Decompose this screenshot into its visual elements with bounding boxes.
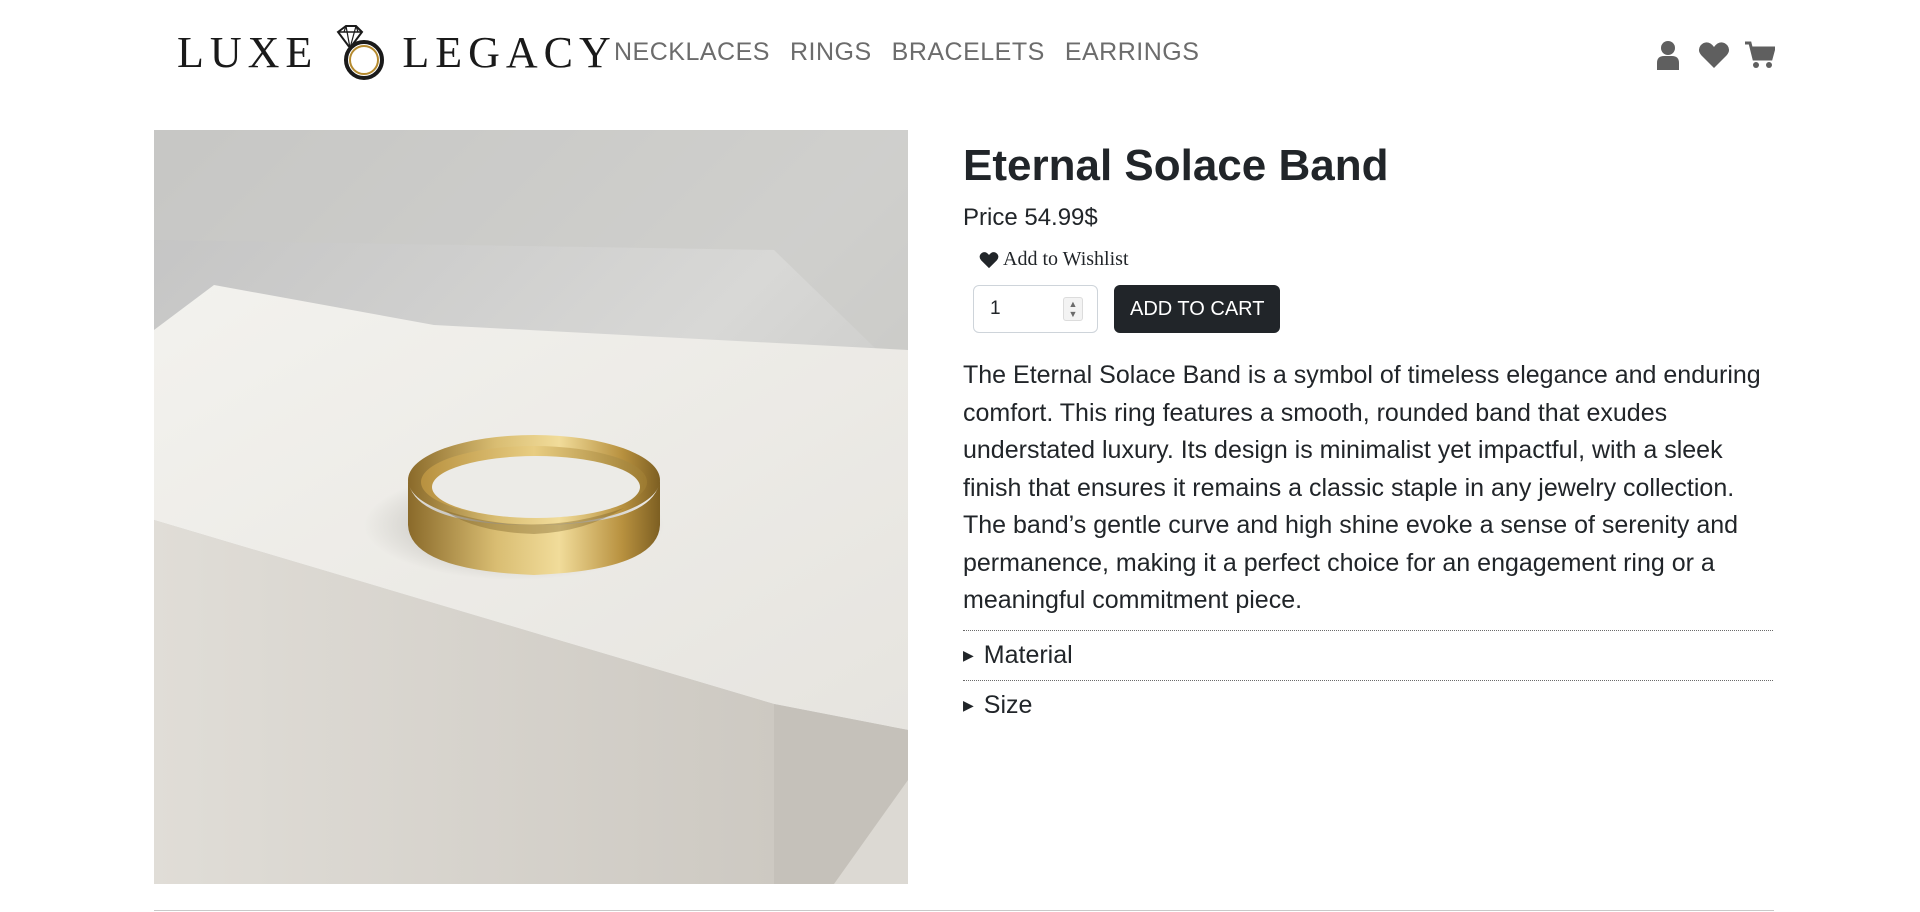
quantity-input[interactable]: 1 ▲ ▼: [973, 285, 1098, 333]
product-info: Eternal Solace Band Price 54.99$ Add to …: [963, 138, 1773, 730]
heart-icon[interactable]: [1698, 38, 1730, 72]
brand-name-part1: LUXE: [177, 27, 319, 77]
brand-logo[interactable]: LUXE LEGACY: [177, 22, 617, 82]
brand-name-part2: LEGACY: [402, 27, 617, 77]
product-description: The Eternal Solace Band is a symbol of t…: [963, 361, 1761, 614]
nav-rings[interactable]: RINGS: [790, 38, 872, 67]
product-details-accordion: ▶ Material ▶ Size: [963, 629, 1773, 730]
chevron-up-icon[interactable]: ▲: [1069, 299, 1078, 309]
triangle-right-icon: ▶: [963, 696, 974, 713]
product-image[interactable]: [154, 130, 908, 884]
site-header: LUXE LEGACY NECKLACES RINGS BRACELETS EA…: [0, 0, 1920, 112]
heart-icon: [979, 251, 999, 268]
cart-icon[interactable]: [1744, 38, 1776, 72]
chevron-down-icon[interactable]: ▼: [1069, 309, 1078, 319]
product-price: Price 54.99$: [963, 204, 1098, 231]
accordion-size-label: Size: [983, 690, 1033, 719]
accordion-material-label: Material: [983, 640, 1073, 669]
nav-earrings[interactable]: EARRINGS: [1065, 38, 1200, 67]
product-title: Eternal Solace Band: [963, 141, 1389, 190]
nav-bracelets[interactable]: BRACELETS: [892, 38, 1045, 67]
user-icon[interactable]: [1652, 38, 1684, 72]
cart-controls: 1 ▲ ▼ ADD TO CART: [973, 285, 1773, 333]
header-icons: [1652, 38, 1776, 72]
ring-logo-icon: [336, 25, 385, 80]
accordion-material[interactable]: ▶ Material: [963, 629, 1773, 680]
add-to-wishlist-button[interactable]: Add to Wishlist: [979, 248, 1773, 271]
nav-necklaces[interactable]: NECKLACES: [614, 38, 770, 67]
ring-photo: [154, 130, 908, 884]
main-nav: NECKLACES RINGS BRACELETS EARRINGS: [614, 38, 1219, 67]
add-to-cart-button[interactable]: ADD TO CART: [1114, 285, 1281, 333]
quantity-value: 1: [990, 298, 1001, 319]
accordion-size[interactable]: ▶ Size: [963, 679, 1773, 730]
quantity-stepper[interactable]: ▲ ▼: [1063, 297, 1083, 321]
footer-divider: [154, 910, 1774, 911]
triangle-right-icon: ▶: [963, 646, 974, 663]
wishlist-label: Add to Wishlist: [1003, 248, 1129, 270]
